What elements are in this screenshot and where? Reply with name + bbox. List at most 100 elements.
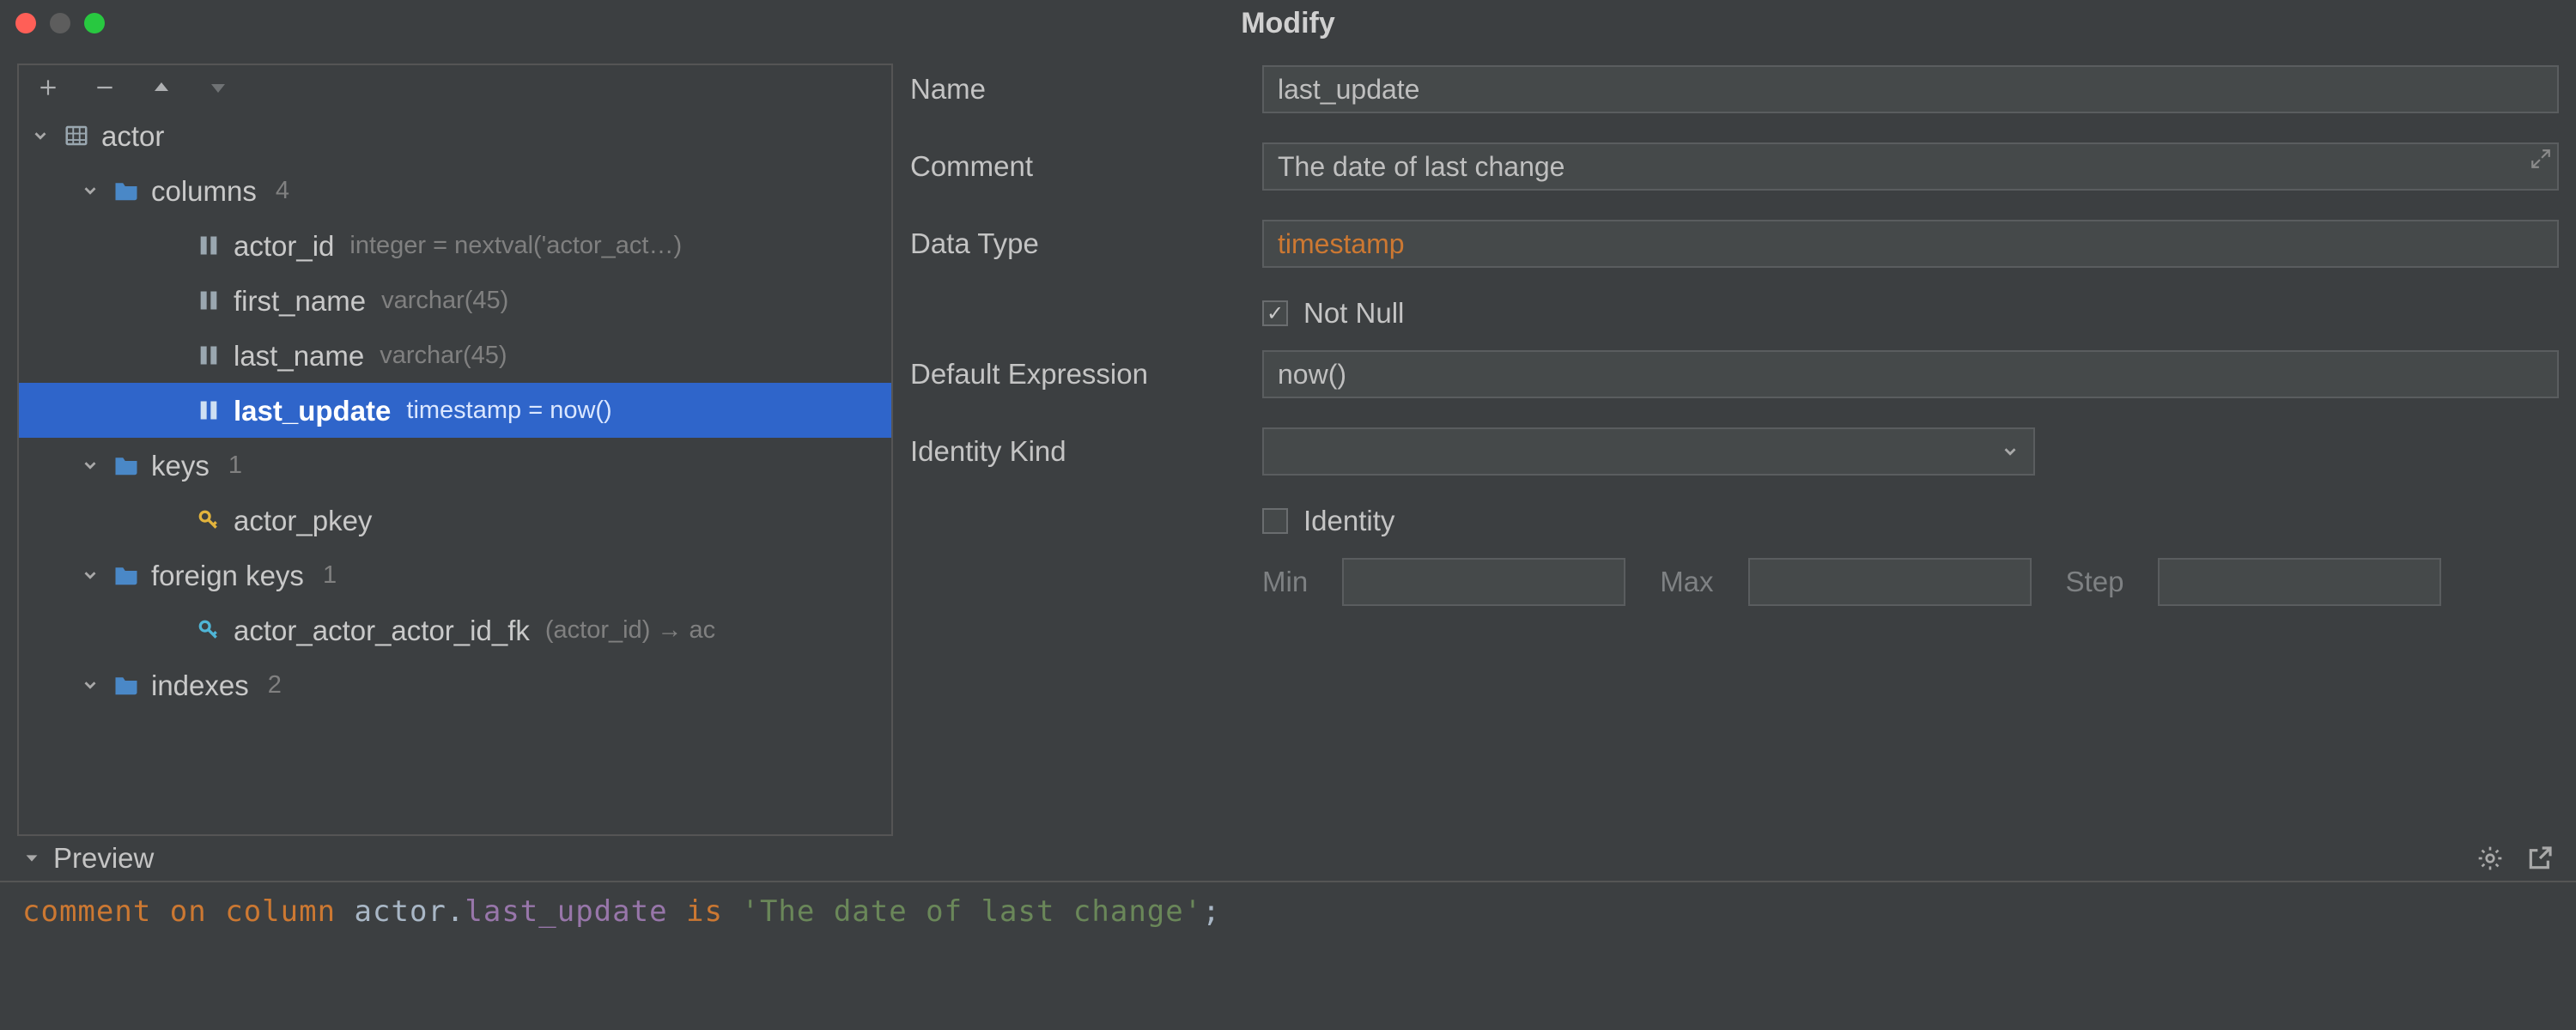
sql-keyword: is bbox=[686, 894, 723, 929]
tree-toolbar bbox=[19, 65, 891, 108]
preview-sql: comment on column actor.last_update is '… bbox=[0, 881, 2576, 941]
foreign-key-icon bbox=[194, 619, 223, 641]
max-label: Max bbox=[1660, 566, 1713, 598]
main-split: actor columns 4 · bbox=[0, 46, 2576, 836]
tree-node-column-selected[interactable]: · last_update timestamp = now() bbox=[19, 383, 891, 438]
tree-node-count: 1 bbox=[323, 563, 337, 588]
identity-kind-select[interactable] bbox=[1262, 427, 2035, 476]
tree-node-label: first_name bbox=[234, 287, 366, 315]
tree-node-count: 4 bbox=[276, 179, 289, 203]
tree-node-keys[interactable]: keys 1 bbox=[19, 438, 891, 493]
move-down-button[interactable] bbox=[204, 74, 232, 101]
sql-keyword: comment bbox=[22, 894, 151, 929]
step-label: Step bbox=[2066, 566, 2124, 598]
data-type-field[interactable] bbox=[1262, 220, 2559, 268]
identity-label: Identity bbox=[1303, 505, 1394, 537]
tree-node-key[interactable]: · actor_pkey bbox=[19, 493, 891, 548]
tree-node-foreign-key[interactable]: · actor_actor_actor_id_fk (actor_id) → a… bbox=[19, 603, 891, 657]
sql-keyword: column bbox=[225, 894, 336, 929]
tree-node-label: actor_pkey bbox=[234, 506, 372, 535]
tree-node-table[interactable]: actor bbox=[19, 108, 891, 163]
remove-button[interactable] bbox=[91, 74, 118, 101]
chevron-down-icon bbox=[81, 456, 101, 475]
tree-node-label: indexes bbox=[151, 671, 249, 700]
key-icon bbox=[194, 509, 223, 531]
comment-field[interactable] bbox=[1262, 142, 2559, 191]
folder-icon bbox=[112, 454, 141, 476]
identity-kind-label: Identity Kind bbox=[910, 435, 1254, 468]
name-label: Name bbox=[910, 73, 1254, 106]
tree-node-columns[interactable]: columns 4 bbox=[19, 163, 891, 218]
tree-node-meta: varchar(45) bbox=[381, 288, 508, 313]
minimize-window-button[interactable] bbox=[50, 13, 70, 33]
tree-node-label: actor_id bbox=[234, 232, 334, 260]
sql-keyword: on bbox=[170, 894, 207, 929]
column-icon bbox=[194, 288, 223, 312]
default-expression-field[interactable] bbox=[1262, 350, 2559, 398]
expand-icon[interactable] bbox=[2530, 148, 2552, 170]
tree-node-label: columns bbox=[151, 177, 257, 205]
tree-node-foreign-keys[interactable]: foreign keys 1 bbox=[19, 548, 891, 603]
chevron-down-icon bbox=[31, 126, 52, 145]
default-expression-label: Default Expression bbox=[910, 358, 1254, 391]
max-field[interactable] bbox=[1748, 558, 2032, 606]
table-icon bbox=[62, 123, 91, 148]
column-form: Name Comment Data Type ✓ bbox=[910, 64, 2559, 836]
tree-node-meta: timestamp = now() bbox=[406, 398, 611, 423]
open-external-icon[interactable] bbox=[2526, 845, 2554, 872]
min-label: Min bbox=[1262, 566, 1308, 598]
close-window-button[interactable] bbox=[15, 13, 36, 33]
tree-node-count: 2 bbox=[268, 673, 282, 698]
gear-icon[interactable] bbox=[2476, 845, 2504, 872]
column-icon bbox=[194, 398, 223, 422]
add-button[interactable] bbox=[34, 74, 62, 101]
tree-node-label: keys bbox=[151, 451, 210, 480]
tree-node-meta: integer = nextval('actor_act…) bbox=[349, 233, 682, 258]
not-null-label: Not Null bbox=[1303, 297, 1404, 330]
folder-icon bbox=[112, 674, 141, 696]
chevron-down-icon bbox=[81, 566, 101, 585]
folder-icon bbox=[112, 564, 141, 586]
column-icon bbox=[194, 233, 223, 258]
sql-punct: . bbox=[447, 894, 465, 929]
preview-title: Preview bbox=[53, 842, 154, 875]
tree-node-meta: (actor_id) → ac bbox=[545, 618, 715, 643]
tree-node-label: actor bbox=[101, 122, 164, 150]
not-null-checkbox[interactable]: ✓ bbox=[1262, 300, 1288, 326]
preview-header[interactable]: Preview bbox=[0, 836, 2576, 881]
tree-node-label: last_name bbox=[234, 342, 364, 370]
tree-node-label: last_update bbox=[234, 397, 391, 425]
zoom-window-button[interactable] bbox=[84, 13, 105, 33]
identity-checkbox[interactable] bbox=[1262, 508, 1288, 534]
chevron-down-icon bbox=[81, 181, 101, 200]
comment-label: Comment bbox=[910, 150, 1254, 183]
window-title: Modify bbox=[0, 7, 2576, 40]
tree-node-meta: varchar(45) bbox=[380, 343, 507, 368]
move-up-button[interactable] bbox=[148, 74, 175, 101]
sql-identifier: actor bbox=[355, 894, 447, 929]
tree-node-column[interactable]: · actor_id integer = nextval('actor_act…… bbox=[19, 218, 891, 273]
name-field[interactable] bbox=[1262, 65, 2559, 113]
sql-punct: ; bbox=[1202, 894, 1220, 929]
tree-node-column[interactable]: · last_name varchar(45) bbox=[19, 328, 891, 383]
window-controls bbox=[15, 13, 105, 33]
min-field[interactable] bbox=[1342, 558, 1625, 606]
tree-node-column[interactable]: · first_name varchar(45) bbox=[19, 273, 891, 328]
sql-identifier: last_update bbox=[465, 894, 667, 929]
chevron-down-icon bbox=[81, 676, 101, 694]
titlebar: Modify bbox=[0, 0, 2576, 46]
modify-dialog: Modify bbox=[0, 0, 2576, 1030]
tree-node-count: 1 bbox=[228, 453, 242, 478]
chevron-down-icon bbox=[22, 849, 41, 868]
tree-node-label: foreign keys bbox=[151, 561, 304, 590]
structure-tree-panel: actor columns 4 · bbox=[17, 64, 893, 836]
folder-icon bbox=[112, 179, 141, 202]
tree-node-label: actor_actor_actor_id_fk bbox=[234, 616, 530, 645]
sql-string: 'The date of last change' bbox=[741, 894, 1202, 929]
structure-tree[interactable]: actor columns 4 · bbox=[19, 108, 891, 834]
data-type-label: Data Type bbox=[910, 227, 1254, 260]
column-icon bbox=[194, 343, 223, 367]
tree-node-indexes[interactable]: indexes 2 bbox=[19, 657, 891, 712]
step-field[interactable] bbox=[2158, 558, 2441, 606]
chevron-down-icon bbox=[2001, 442, 2020, 461]
